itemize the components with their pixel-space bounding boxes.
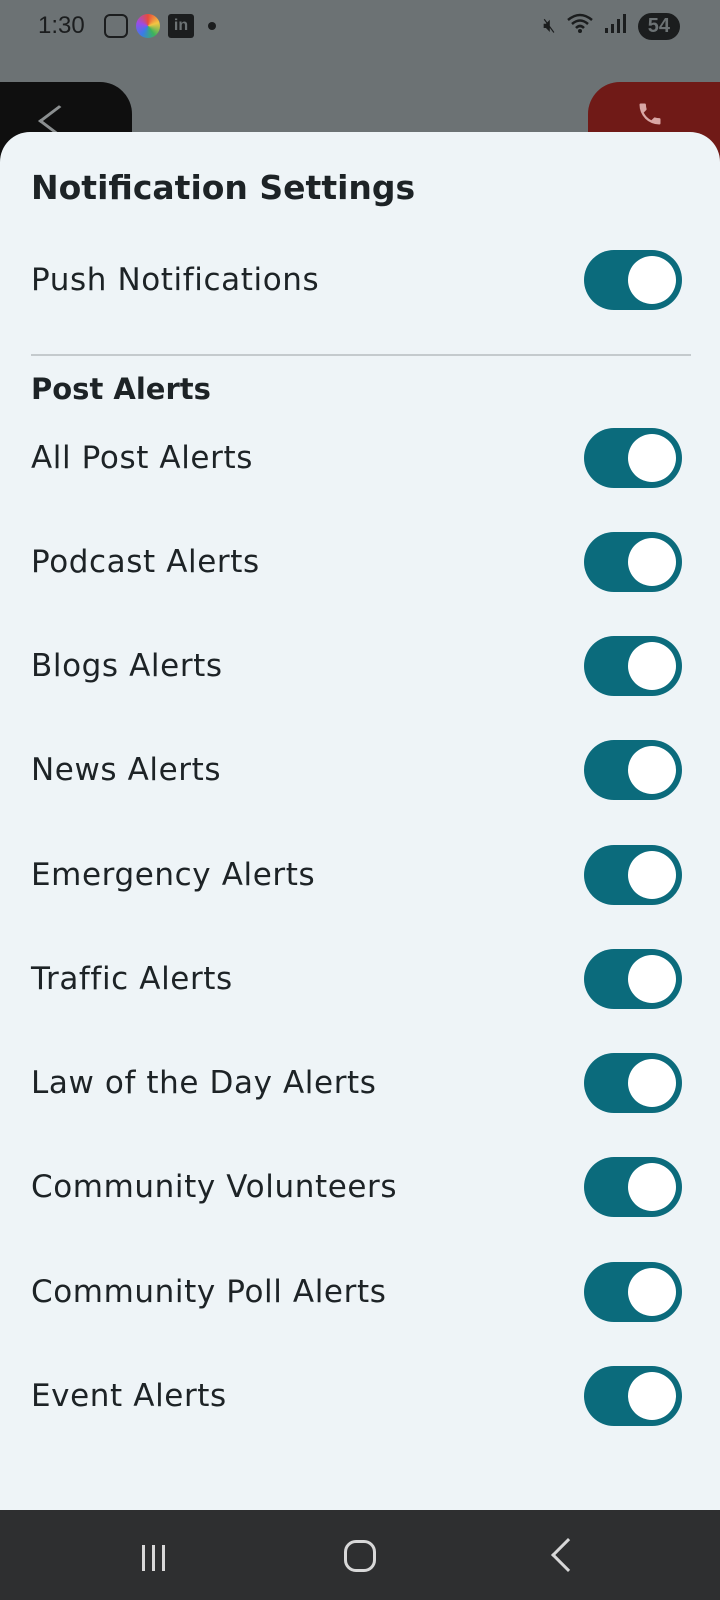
alert-label: Community Volunteers (31, 1169, 398, 1205)
toggle-thumb (628, 1059, 676, 1107)
status-bar: 1:30 in 🔇︎ 54 (0, 0, 720, 56)
community-volunteers-toggle[interactable] (584, 1157, 682, 1217)
toggle-thumb (628, 851, 676, 899)
screenshot-icon (104, 14, 128, 38)
signal-icon (604, 12, 628, 40)
traffic-alerts-toggle[interactable] (584, 949, 682, 1009)
event-alerts-toggle[interactable] (584, 1366, 682, 1426)
alert-row-community-poll[interactable]: Community Poll Alerts (0, 1252, 720, 1332)
notification-dot-icon (208, 22, 216, 30)
alert-label: News Alerts (31, 752, 222, 788)
toggle-thumb (628, 1268, 676, 1316)
toggle-thumb (628, 538, 676, 586)
wifi-icon (566, 12, 594, 40)
status-time: 1:30 (38, 12, 85, 39)
alert-row-emergency[interactable]: Emergency Alerts (0, 835, 720, 915)
alert-row-traffic[interactable]: Traffic Alerts (0, 939, 720, 1019)
toggle-thumb (628, 256, 676, 304)
battery-icon: 54 (637, 12, 680, 40)
push-notifications-label: Push Notifications (31, 262, 320, 298)
alert-label: Blogs Alerts (31, 648, 223, 684)
app-icon (136, 14, 160, 38)
alert-row-event[interactable]: Event Alerts (0, 1356, 720, 1436)
news-alerts-toggle[interactable] (584, 740, 682, 800)
alert-label: Emergency Alerts (31, 857, 316, 893)
podcast-alerts-toggle[interactable] (584, 532, 682, 592)
sheet-title: Notification Settings (31, 168, 416, 207)
linkedin-icon: in (168, 14, 194, 38)
status-icons-right: 🔇︎ 54 (543, 12, 680, 40)
section-label-post-alerts: Post Alerts (31, 372, 211, 406)
mute-icon: 🔇︎ (543, 14, 556, 37)
toggle-thumb (628, 434, 676, 482)
all-post-alerts-toggle[interactable] (584, 428, 682, 488)
alert-row-law-of-the-day[interactable]: Law of the Day Alerts (0, 1043, 720, 1123)
toggle-thumb (628, 955, 676, 1003)
home-icon[interactable] (344, 1540, 376, 1572)
notification-settings-sheet: Notification Settings Push Notifications… (0, 132, 720, 1510)
blogs-alerts-toggle[interactable] (584, 636, 682, 696)
recent-apps-icon[interactable] (142, 1545, 165, 1571)
toggle-thumb (628, 1163, 676, 1211)
toggle-thumb (628, 746, 676, 794)
divider (31, 354, 691, 356)
toggle-thumb (628, 1372, 676, 1420)
alert-label: All Post Alerts (31, 440, 253, 476)
alert-row-podcast[interactable]: Podcast Alerts (0, 522, 720, 602)
alert-label: Traffic Alerts (31, 961, 233, 997)
push-notifications-row[interactable]: Push Notifications (0, 240, 720, 320)
alert-label: Event Alerts (31, 1378, 227, 1414)
alert-label: Community Poll Alerts (31, 1274, 387, 1310)
status-icons-left: in (104, 14, 216, 38)
alert-row-community-volunteers[interactable]: Community Volunteers (0, 1147, 720, 1227)
phone-icon (636, 100, 664, 135)
alert-row-news[interactable]: News Alerts (0, 730, 720, 810)
alert-label: Podcast Alerts (31, 544, 260, 580)
back-icon[interactable] (551, 1538, 585, 1572)
alert-row-all-post[interactable]: All Post Alerts (0, 418, 720, 498)
push-notifications-toggle[interactable] (584, 250, 682, 310)
alert-label: Law of the Day Alerts (31, 1065, 377, 1101)
navigation-bar (0, 1510, 720, 1600)
toggle-thumb (628, 642, 676, 690)
alert-row-blogs[interactable]: Blogs Alerts (0, 626, 720, 706)
law-of-the-day-alerts-toggle[interactable] (584, 1053, 682, 1113)
emergency-alerts-toggle[interactable] (584, 845, 682, 905)
community-poll-alerts-toggle[interactable] (584, 1262, 682, 1322)
